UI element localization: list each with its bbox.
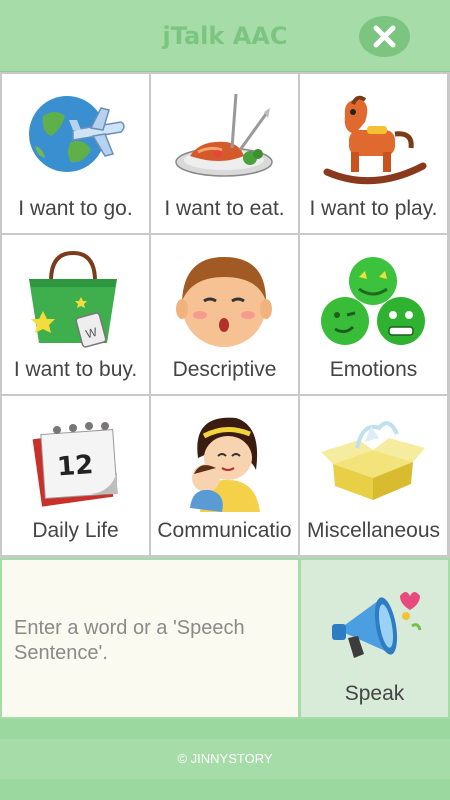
app-header: jTalk AAC <box>0 0 450 72</box>
category-label: Communicatio <box>157 519 292 542</box>
rocking-horse-icon <box>323 95 427 185</box>
sentence-input-placeholder: Enter a word or a 'Speech Sentence'. <box>14 617 245 664</box>
category-label: I want to go. <box>18 197 133 220</box>
category-play[interactable]: I want to play. <box>300 74 447 233</box>
category-grid: I want to go. I want to eat. I want to p… <box>0 72 450 558</box>
calendar-icon: 12 <box>32 422 118 507</box>
category-miscellaneous[interactable]: Miscellaneous <box>300 396 447 555</box>
category-label: I want to eat. <box>164 197 285 220</box>
footer-band-top <box>0 719 450 739</box>
category-label: Daily Life <box>32 519 119 542</box>
category-daily-life[interactable]: 12 Daily Life <box>2 396 149 555</box>
category-emotions[interactable]: Emotions <box>300 235 447 394</box>
mother-child-icon <box>190 417 260 512</box>
category-descriptive[interactable]: Descriptive <box>151 235 298 394</box>
shopping-bag-icon: W <box>29 250 117 348</box>
footer: © JINNYSTORY <box>0 739 450 779</box>
sentence-input[interactable]: Enter a word or a 'Speech Sentence'. <box>2 560 298 717</box>
close-icon <box>373 25 396 48</box>
category-communication[interactable]: Communicatio <box>151 396 298 555</box>
category-go[interactable]: I want to go. <box>2 74 149 233</box>
globe-airplane-icon <box>29 96 125 172</box>
close-button[interactable] <box>359 16 410 57</box>
footer-band-bottom <box>0 779 450 800</box>
category-buy[interactable]: W I want to buy. <box>2 235 149 394</box>
svg-text:12: 12 <box>56 450 94 482</box>
speak-button[interactable]: Speak <box>301 560 448 717</box>
category-eat[interactable]: I want to eat. <box>151 74 298 233</box>
category-label: Miscellaneous <box>306 519 441 542</box>
megaphone-icon <box>332 592 422 658</box>
child-face-icon <box>176 257 272 347</box>
category-label: Descriptive <box>172 358 277 381</box>
food-plate-icon <box>175 93 273 177</box>
emoji-faces-icon <box>321 257 425 345</box>
open-box-icon <box>321 421 425 500</box>
speak-label: Speak <box>344 682 405 705</box>
category-label: Emotions <box>329 358 418 381</box>
category-label: I want to play. <box>309 197 438 220</box>
copyright-text: © JINNYSTORY <box>177 751 273 766</box>
category-label: I want to buy. <box>13 358 138 381</box>
